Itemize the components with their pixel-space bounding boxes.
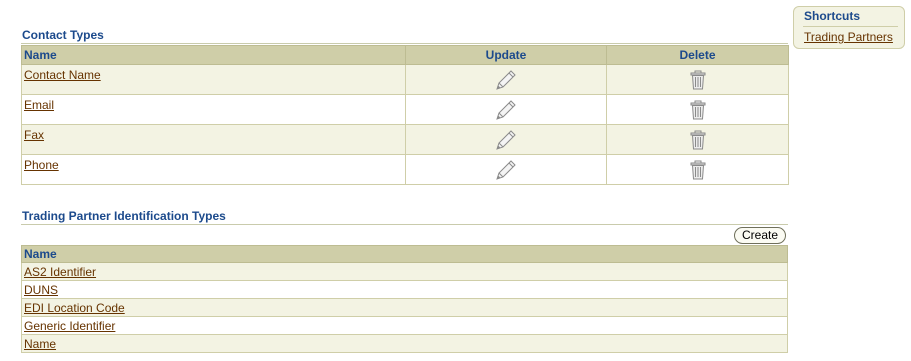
name-cell: AS2 Identifier [21,262,788,281]
id-type-link[interactable]: Generic Identifier [24,319,115,333]
table-row: DUNS [21,280,788,299]
contact-type-link[interactable]: Contact Name [24,68,101,82]
table-row: Email [21,94,789,125]
delete-cell [606,154,789,185]
pencil-icon[interactable] [494,99,518,121]
contact-types-title: Contact Types [22,28,104,42]
update-cell [405,64,607,95]
create-button[interactable]: Create [734,227,786,244]
pencil-icon[interactable] [494,129,518,151]
name-cell: Name [21,334,788,353]
update-cell [405,94,607,125]
table-row: EDI Location Code [21,298,788,317]
table-header-row: Name Update Delete [21,45,789,65]
tp-id-types-table: Name AS2 Identifier DUNS EDI Location Co… [21,245,788,353]
name-cell: Contact Name [21,64,406,95]
table-row: Generic Identifier [21,316,788,335]
contact-types-title-rule [21,43,788,44]
shortcut-trading-partners-link[interactable]: Trading Partners [804,30,893,44]
name-cell: DUNS [21,280,788,299]
table-row: Fax [21,124,789,155]
table-header-row: Name [21,245,788,263]
name-cell: Generic Identifier [21,316,788,335]
name-cell: Fax [21,124,406,155]
id-type-link[interactable]: DUNS [24,283,58,297]
table-row: Phone [21,154,789,185]
column-header-name: Name [21,245,788,263]
trash-can-icon[interactable] [690,70,706,90]
column-header-update: Update [405,45,607,65]
contact-type-link[interactable]: Fax [24,128,44,142]
trash-can-icon[interactable] [690,100,706,120]
contact-types-table: Name Update Delete Contact Name Email Fa… [21,45,789,185]
table-row: AS2 Identifier [21,262,788,281]
tp-id-types-title-rule [21,224,788,225]
delete-cell [606,124,789,155]
id-type-link[interactable]: AS2 Identifier [24,265,96,279]
shortcuts-title: Shortcuts [804,9,861,23]
table-row: Name [21,334,788,353]
column-header-name: Name [21,45,406,65]
shortcuts-panel: Shortcuts Trading Partners [793,6,905,49]
update-cell [405,124,607,155]
tp-id-types-title: Trading Partner Identification Types [22,209,226,223]
pencil-icon[interactable] [494,159,518,181]
contact-type-link[interactable]: Email [24,98,54,112]
name-cell: Email [21,94,406,125]
id-type-link[interactable]: EDI Location Code [24,301,125,315]
shortcuts-divider [803,26,898,27]
trash-can-icon[interactable] [690,160,706,180]
trash-can-icon[interactable] [690,130,706,150]
name-cell: EDI Location Code [21,298,788,317]
update-cell [405,154,607,185]
delete-cell [606,64,789,95]
pencil-icon[interactable] [494,69,518,91]
delete-cell [606,94,789,125]
id-type-link[interactable]: Name [24,337,56,351]
column-header-delete: Delete [606,45,789,65]
name-cell: Phone [21,154,406,185]
contact-type-link[interactable]: Phone [24,158,59,172]
table-row: Contact Name [21,64,789,95]
